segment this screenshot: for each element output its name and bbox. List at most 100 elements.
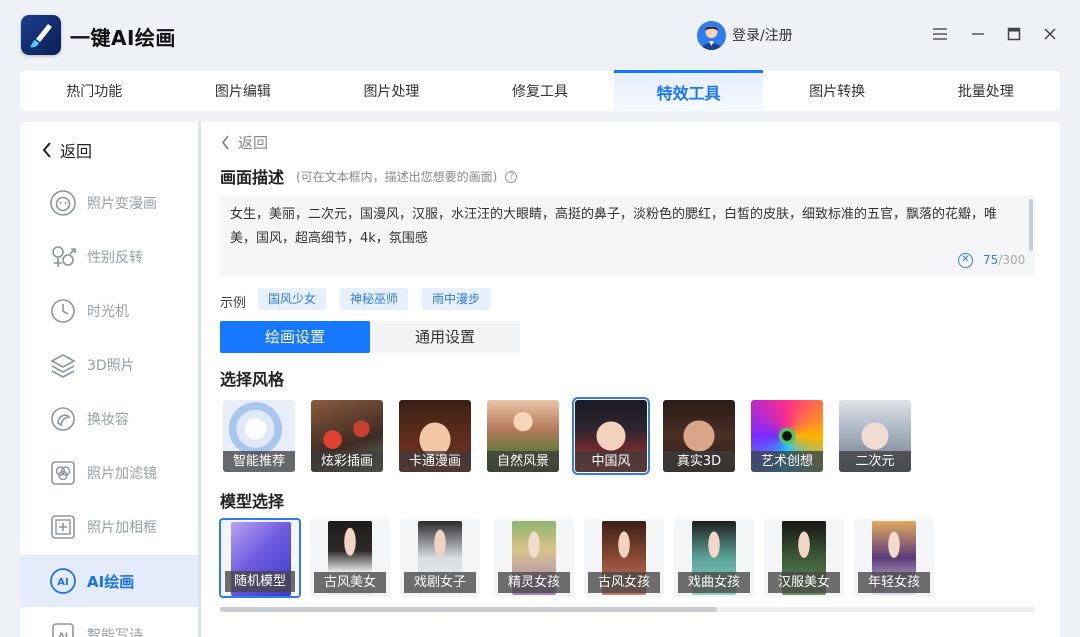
sidebar-back-button[interactable]: 返回 (42, 138, 92, 162)
model-opera-girl[interactable]: 戏曲女孩 (674, 519, 754, 597)
sidebar-item-ai-painting[interactable]: AI AI绘画 (20, 555, 198, 607)
sidebar-item-label: 照片变漫画 (87, 196, 157, 212)
sidebar: 返回 照片变漫画 性别反转 时光机 3D照片 换妆容 照片加滤镜 照片加相框 A… (20, 122, 198, 637)
style-label: 二次元 (839, 451, 911, 472)
clear-text-icon[interactable]: ✕ (958, 253, 973, 268)
tab-batch-process[interactable]: 批量处理 (911, 70, 1060, 111)
model-label: 戏曲女孩 (678, 572, 750, 593)
makeup-icon (49, 405, 77, 433)
char-counter: 75/300 (983, 253, 1025, 267)
model-elf-girl[interactable]: 精灵女孩 (494, 519, 574, 597)
sidebar-item-ai-poem[interactable]: AI 智能写诗 (20, 609, 198, 637)
tab-paint-settings[interactable]: 绘画设置 (220, 321, 370, 353)
char-max: /300 (998, 253, 1026, 267)
main-back-label: 返回 (238, 134, 269, 152)
ai-paint-icon: AI (49, 567, 77, 595)
sidebar-item-makeup[interactable]: 换妆容 (20, 393, 198, 445)
minimize-icon[interactable] (966, 22, 990, 46)
svg-text:AI: AI (58, 632, 68, 637)
menu-icon[interactable] (928, 22, 952, 46)
style-cartoon-comic[interactable]: 卡通漫画 (399, 400, 471, 472)
maximize-icon[interactable] (1002, 22, 1026, 46)
prompt-text[interactable]: 女生，美丽，二次元，国漫风，汉服，水汪汪的大眼睛，高挺的鼻子，淡粉色的腮红，白皙… (230, 203, 1020, 251)
style-label: 真实3D (663, 451, 735, 472)
model-label: 年轻女孩 (858, 572, 930, 593)
example-chip[interactable]: 雨中漫步 (422, 288, 491, 310)
settings-tabs: 绘画设置 通用设置 (220, 321, 520, 353)
scrollbar-thumb[interactable] (220, 607, 718, 612)
sidebar-back-label: 返回 (60, 142, 93, 161)
style-colorful-illustration[interactable]: 炫彩插画 (311, 400, 383, 472)
example-chip[interactable]: 国风少女 (258, 288, 327, 310)
filter-icon (49, 459, 77, 487)
login-label: 登录/注册 (732, 28, 793, 44)
examples-label: 示例 (220, 296, 247, 311)
style-realistic-3d[interactable]: 真实3D (663, 400, 735, 472)
gender-icon (49, 243, 77, 271)
tab-repair-tools[interactable]: 修复工具 (466, 70, 615, 111)
example-chip[interactable]: 神秘巫师 (340, 288, 409, 310)
prompt-hint: (可在文本框内，描述出您想要的画面) ? (296, 168, 518, 185)
sidebar-item-gender-swap[interactable]: 性别反转 (20, 231, 198, 283)
style-natural-scenery[interactable]: 自然风景 (487, 400, 559, 472)
title-bar: 一键AI绘画 登录/注册 (0, 0, 1080, 68)
model-horizontal-scrollbar[interactable] (220, 607, 1035, 612)
prompt-textarea[interactable]: 女生，美丽，二次元，国漫风，汉服，水汪汪的大眼睛，高挺的鼻子，淡粉色的腮红，白皙… (220, 195, 1035, 277)
prompt-scrollbar[interactable] (1029, 199, 1033, 251)
model-random[interactable]: 随机模型 (220, 519, 300, 597)
app-logo (21, 15, 61, 55)
sidebar-item-filter[interactable]: 照片加滤镜 (20, 447, 198, 499)
tab-image-process[interactable]: 图片处理 (317, 70, 466, 111)
user-avatar-icon (697, 20, 726, 50)
model-ancient-girl[interactable]: 古风女孩 (584, 519, 664, 597)
tab-image-edit[interactable]: 图片编辑 (169, 70, 318, 111)
prompt-hint-text: (可在文本框内，描述出您想要的画面) (296, 170, 498, 184)
style-art-creative[interactable]: 艺术创想 (751, 400, 823, 472)
style-chinese-style[interactable]: 中国风 (572, 397, 650, 475)
tab-image-convert[interactable]: 图片转换 (763, 70, 912, 111)
model-label: 戏剧女子 (404, 572, 476, 593)
model-label: 古风美女 (314, 572, 386, 593)
sidebar-item-photo-to-comic[interactable]: 照片变漫画 (20, 177, 198, 229)
main-panel: 返回 画面描述 (可在文本框内，描述出您想要的画面) ? 女生，美丽，二次元，国… (201, 122, 1060, 637)
style-smart-recommend[interactable]: 智能推荐 (223, 400, 295, 472)
sidebar-item-time-machine[interactable]: 时光机 (20, 285, 198, 337)
login-button[interactable]: 登录/注册 (697, 20, 793, 50)
model-young-girl[interactable]: 年轻女孩 (854, 519, 934, 597)
sidebar-item-frame[interactable]: 照片加相框 (20, 501, 198, 553)
sidebar-item-label: 换妆容 (87, 412, 129, 428)
style-label: 自然风景 (487, 451, 559, 472)
top-tabs: 热门功能 图片编辑 图片处理 修复工具 特效工具 图片转换 批量处理 (20, 70, 1060, 111)
close-icon[interactable] (1038, 22, 1062, 46)
frame-icon (49, 513, 77, 541)
sidebar-item-label: AI绘画 (87, 572, 135, 591)
model-hanfu-beauty[interactable]: 汉服美女 (764, 519, 844, 597)
style-label: 艺术创想 (751, 451, 823, 472)
app-title: 一键AI绘画 (70, 26, 176, 50)
tab-general-settings[interactable]: 通用设置 (370, 321, 520, 353)
model-ancient-beauty[interactable]: 古风美女 (310, 519, 390, 597)
style-label: 智能推荐 (223, 451, 295, 472)
tab-effect-tools[interactable]: 特效工具 (614, 70, 763, 111)
model-label: 古风女孩 (588, 572, 660, 593)
style-label: 卡通漫画 (399, 451, 471, 472)
sidebar-item-label: 时光机 (87, 304, 129, 320)
ai-poem-icon: AI (49, 621, 77, 637)
sidebar-item-label: 智能写诗 (87, 628, 143, 637)
style-anime[interactable]: 二次元 (839, 400, 911, 472)
main-back-button[interactable]: 返回 (221, 132, 268, 153)
help-icon[interactable]: ? (505, 170, 518, 183)
sidebar-item-label: 照片加滤镜 (87, 466, 157, 482)
sidebar-item-label: 3D照片 (87, 358, 135, 374)
model-label: 汉服美女 (768, 572, 840, 593)
model-drama-lady[interactable]: 戏剧女子 (400, 519, 480, 597)
model-label: 精灵女孩 (498, 572, 570, 593)
tab-hot-features[interactable]: 热门功能 (20, 70, 169, 111)
style-label: 中国风 (575, 451, 647, 472)
chevron-left-icon (221, 135, 229, 150)
prompt-title: 画面描述 (220, 168, 285, 187)
sidebar-item-label: 照片加相框 (87, 520, 157, 536)
svg-text:AI: AI (57, 577, 68, 588)
sidebar-item-3d-photo[interactable]: 3D照片 (20, 339, 198, 391)
char-count: 75 (983, 253, 999, 267)
